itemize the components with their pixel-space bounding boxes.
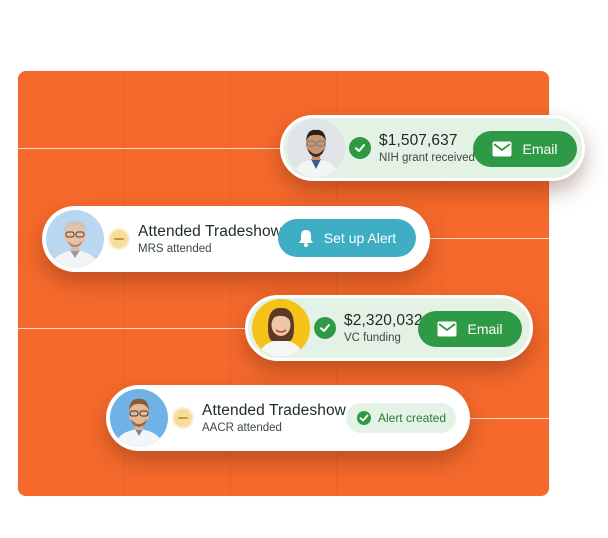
card-texts: $2,320,032 VC funding <box>344 312 423 344</box>
card-texts: Attended Tradeshow AACR attended <box>202 402 346 434</box>
event-subtitle: AACR attended <box>202 422 282 434</box>
funding-amount: $2,320,032 <box>344 312 423 329</box>
check-icon <box>356 410 372 426</box>
alert-created-badge: Alert created <box>346 403 456 433</box>
check-icon <box>314 317 336 339</box>
avatar <box>252 299 310 357</box>
connector-line <box>18 328 253 329</box>
envelope-icon <box>492 141 512 157</box>
envelope-icon <box>437 321 457 337</box>
event-title: Attended Tradeshow <box>202 402 346 419</box>
funding-source: NIH grant received <box>379 152 475 164</box>
event-card-aacr[interactable]: Attended Tradeshow AACR attended Alert c… <box>106 385 470 451</box>
connector-line <box>470 418 549 419</box>
check-icon <box>349 137 371 159</box>
minus-icon <box>172 407 194 429</box>
email-button-label: Email <box>522 141 558 157</box>
email-button-label: Email <box>467 321 503 337</box>
avatar <box>287 119 345 177</box>
minus-icon <box>108 228 130 250</box>
funding-card-nih[interactable]: $1,507,637 NIH grant received Email <box>280 115 585 181</box>
funding-card-vc[interactable]: $2,320,032 VC funding Email <box>245 295 533 361</box>
connector-line <box>18 148 288 149</box>
card-texts: $1,507,637 NIH grant received <box>379 132 475 164</box>
event-title: Attended Tradeshow <box>138 223 282 240</box>
avatar <box>110 389 168 447</box>
set-up-alert-label: Set up Alert <box>323 230 397 246</box>
event-card-mrs[interactable]: Attended Tradeshow MRS attended Set up A… <box>42 206 430 272</box>
alert-created-label: Alert created <box>377 411 447 425</box>
avatar <box>46 210 104 268</box>
set-up-alert-button[interactable]: Set up Alert <box>278 219 416 257</box>
email-button[interactable]: Email <box>473 131 577 167</box>
connector-line <box>430 238 549 239</box>
funding-amount: $1,507,637 <box>379 132 458 149</box>
funding-source: VC funding <box>344 332 401 344</box>
email-button[interactable]: Email <box>418 311 522 347</box>
bell-icon <box>298 229 314 247</box>
card-texts: Attended Tradeshow MRS attended <box>138 223 282 255</box>
event-subtitle: MRS attended <box>138 243 212 255</box>
